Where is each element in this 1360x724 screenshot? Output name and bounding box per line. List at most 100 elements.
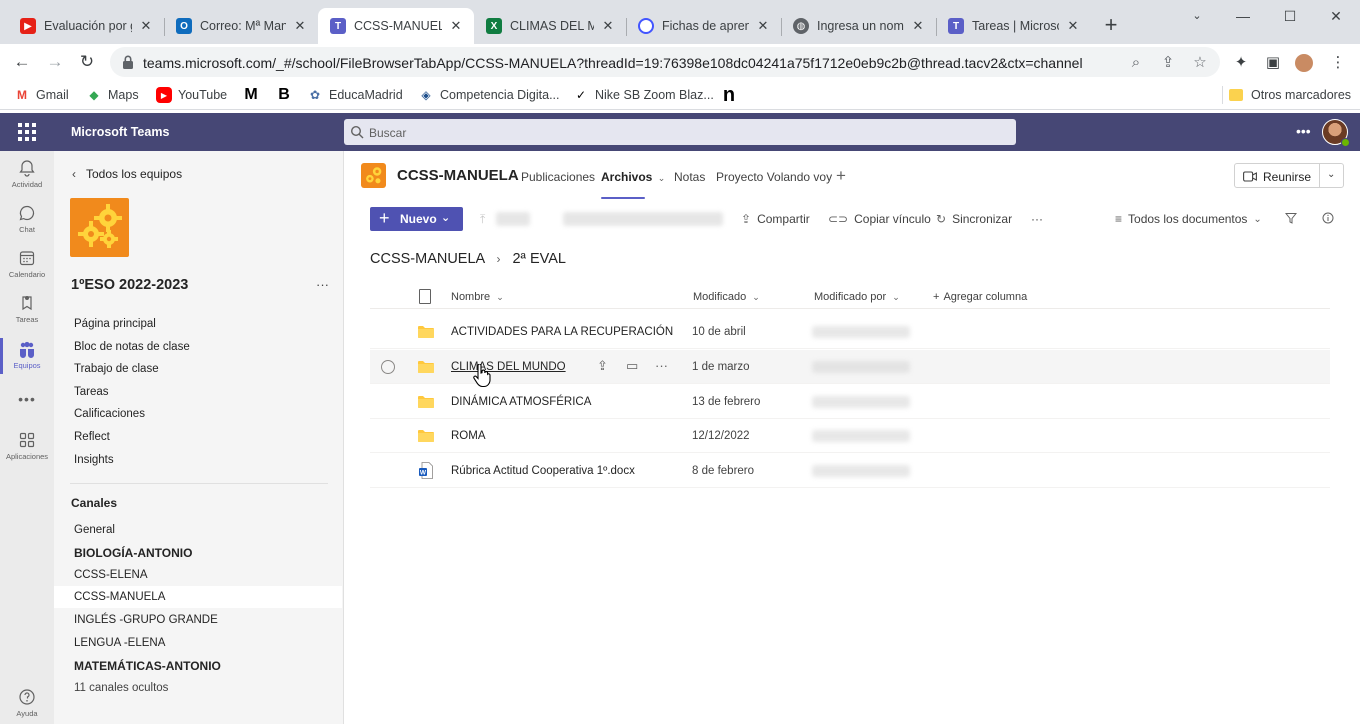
column-header-name[interactable]: Nombre ⌄ (451, 291, 504, 303)
nav-grades[interactable]: Calificaciones (74, 408, 145, 420)
team-more-icon[interactable]: ··· (316, 277, 329, 292)
more-actions-icon[interactable]: ··· (1031, 212, 1043, 226)
add-tab-icon[interactable]: + (836, 166, 846, 186)
nav-assignments[interactable]: Tareas (74, 386, 109, 398)
other-bookmarks[interactable]: Otros marcadores (1222, 86, 1351, 104)
add-column-button[interactable]: + Agregar columna (933, 291, 1027, 303)
tab-notes[interactable]: Notas (674, 170, 705, 184)
chevron-down-icon[interactable]: ⌄ (1327, 169, 1335, 180)
nav-reflect[interactable]: Reflect (74, 431, 110, 443)
close-icon[interactable]: ✕ (292, 18, 308, 34)
extensions-icon[interactable]: ✦ (1231, 53, 1251, 73)
hidden-channels-link[interactable]: 11 canales ocultos (54, 677, 342, 699)
browser-tab[interactable]: ◍ Ingresa un nombre ✕ (781, 8, 936, 44)
more-options-icon[interactable]: ··· (655, 358, 668, 373)
menu-kebab-icon[interactable]: ⋮ (1328, 53, 1348, 73)
maximize-icon[interactable]: ☐ (1267, 4, 1313, 28)
close-icon[interactable]: ✕ (1065, 18, 1081, 34)
info-icon[interactable] (1322, 212, 1334, 224)
channel-item[interactable]: General (54, 519, 342, 541)
filter-icon[interactable] (1285, 212, 1297, 224)
browser-tab[interactable]: Fichas de aprendiz ✕ (626, 8, 781, 44)
share-icon[interactable]: ⇪ (1158, 53, 1178, 73)
row-select-radio[interactable] (381, 360, 395, 374)
table-row[interactable]: ROMA 12/12/2022 (370, 419, 1330, 453)
bookmark-gmail[interactable]: M Gmail (14, 86, 69, 104)
table-row[interactable]: CLIMAS DEL MUNDO ⇪ ▭ ··· 1 de marzo (370, 350, 1330, 384)
meet-button[interactable]: Reunirse ⌄ (1234, 163, 1344, 188)
bookmark-maps[interactable]: ◆ Maps (86, 86, 138, 104)
open-chat-icon[interactable]: ▭ (626, 358, 638, 374)
bookmark-b[interactable]: B (276, 86, 298, 104)
rail-item-calendar[interactable]: Calendario (0, 249, 54, 293)
channel-item[interactable]: CCSS-ELENA (54, 564, 342, 586)
reload-icon[interactable]: ↻ (75, 50, 99, 74)
breadcrumb-item[interactable]: CCSS-MANUELA (370, 251, 484, 267)
browser-tab[interactable]: O Correo: Mª Manue ✕ (164, 8, 318, 44)
browser-tab[interactable]: X CLIMAS DEL MUND ✕ (474, 8, 626, 44)
table-row[interactable]: ACTIVIDADES PARA LA RECUPERACIÓN 10 de a… (370, 315, 1330, 349)
browser-tab-active[interactable]: T CCSS-MANUELA ✕ (318, 8, 474, 44)
search-input[interactable]: Buscar (344, 119, 1016, 145)
back-to-all-teams[interactable]: ‹ Todos los equipos (72, 167, 182, 181)
back-arrow-icon[interactable]: ← (10, 50, 34, 74)
bookmark-n[interactable]: n (721, 84, 743, 106)
channel-item-selected[interactable]: CCSS-MANUELA (54, 586, 342, 608)
new-button[interactable]: + Nuevo ⌄ (370, 207, 463, 231)
copy-link-button[interactable]: ⊂⊃ Copiar vínculo (828, 212, 931, 226)
file-name[interactable]: DINÁMICA ATMOSFÉRICA (451, 396, 591, 408)
close-icon[interactable]: ✕ (448, 18, 464, 34)
settings-more-icon[interactable]: ••• (1296, 123, 1311, 139)
app-launcher-icon[interactable] (18, 123, 36, 141)
nav-classwork[interactable]: Trabajo de clase (74, 363, 159, 375)
column-header-modified-by[interactable]: Modificado por ⌄ (814, 291, 900, 303)
table-row[interactable]: DINÁMICA ATMOSFÉRICA 13 de febrero (370, 385, 1330, 419)
channel-item[interactable]: MATEMÁTICAS-ANTONIO (54, 655, 342, 677)
file-name[interactable]: ACTIVIDADES PARA LA RECUPERACIÓN (451, 326, 673, 338)
upload-icon[interactable]: ⤒ (480, 212, 485, 227)
file-name[interactable]: CLIMAS DEL MUNDO (451, 361, 566, 373)
tab-files[interactable]: Archivos ⌄ (601, 170, 665, 184)
url-field[interactable]: teams.microsoft.com/_#/school/FileBrowse… (110, 47, 1220, 77)
nav-class-notebook[interactable]: Bloc de notas de clase (74, 341, 190, 353)
bookmark-educamadrid[interactable]: ✿ EducaMadrid (307, 86, 403, 104)
column-header-modified[interactable]: Modificado ⌄ (693, 291, 760, 303)
side-panel-icon[interactable]: ▣ (1263, 53, 1283, 73)
rail-item-assignments[interactable]: Tareas (0, 294, 54, 338)
rail-item-chat[interactable]: Chat (0, 204, 54, 248)
rail-item-teams[interactable]: Equipos (0, 340, 54, 384)
channel-item[interactable]: LENGUA -ELENA (54, 632, 342, 654)
bookmark-medium[interactable]: M (243, 86, 265, 104)
close-icon[interactable]: ✕ (138, 18, 154, 34)
tab-search-icon[interactable]: ⌄ (1174, 4, 1220, 28)
new-tab-icon[interactable]: + (1100, 14, 1122, 36)
channel-item[interactable]: INGLÉS -GRUPO GRANDE (54, 609, 342, 631)
view-selector[interactable]: ≡ Todos los documentos ⌄ (1115, 212, 1262, 226)
close-icon[interactable]: ✕ (910, 18, 926, 34)
file-name[interactable]: ROMA (451, 430, 486, 442)
channel-item[interactable]: BIOLOGÍA-ANTONIO (54, 542, 342, 564)
rail-item-activity[interactable]: Actividad (0, 159, 54, 203)
share-button[interactable]: ⇪ Compartir (741, 212, 810, 226)
bookmark-star-icon[interactable]: ☆ (1190, 53, 1210, 73)
window-close-icon[interactable]: ✕ (1313, 4, 1359, 28)
bookmark-nike[interactable]: ✓ Nike SB Zoom Blaz... (573, 86, 714, 104)
bookmark-competencia[interactable]: ◈ Competencia Digita... (418, 86, 559, 104)
nav-insights[interactable]: Insights (74, 454, 114, 466)
file-name[interactable]: Rúbrica Actitud Cooperativa 1º.docx (451, 465, 635, 477)
sync-button[interactable]: ↻ Sincronizar (936, 212, 1012, 226)
rail-item-apps[interactable]: Aplicaciones (0, 431, 54, 475)
profile-avatar-icon[interactable] (1295, 54, 1313, 72)
table-row[interactable]: W Rúbrica Actitud Cooperativa 1º.docx 8 … (370, 454, 1330, 488)
browser-tab[interactable]: T Tareas | Microsoft ✕ (936, 8, 1091, 44)
nav-home-page[interactable]: Página principal (74, 318, 156, 330)
browser-tab[interactable]: ▶ Evaluación por gru ✕ (8, 8, 164, 44)
tab-posts[interactable]: Publicaciones (521, 170, 595, 184)
share-icon[interactable]: ⇪ (597, 358, 608, 374)
minimize-icon[interactable]: — (1220, 4, 1266, 28)
rail-item-help[interactable]: Ayuda (0, 688, 54, 724)
close-icon[interactable]: ✕ (600, 18, 616, 34)
close-icon[interactable]: ✕ (755, 18, 771, 34)
tab-proyecto[interactable]: Proyecto Volando voy (716, 170, 832, 184)
bookmark-youtube[interactable]: ▶ YouTube (156, 86, 227, 104)
